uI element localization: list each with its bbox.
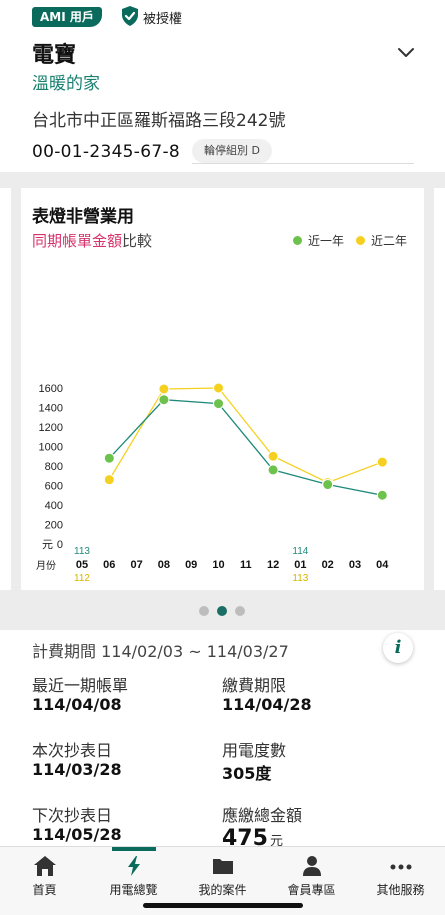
next-read-label: 下次抄表日 [32, 806, 113, 825]
usage-value: 305度 [222, 764, 272, 783]
y-tick-label: 1400 [39, 403, 63, 415]
read-date-value: 114/03/28 [32, 760, 122, 779]
data-point-prior [158, 383, 170, 395]
x-tick-label: 07 [130, 559, 142, 571]
info-button[interactable]: i [383, 633, 413, 663]
y-tick-label: 1600 [39, 383, 63, 395]
x-tick-label: 11 [240, 559, 252, 571]
home-icon [34, 856, 56, 876]
card-subtitle-suffix: 比較 [122, 232, 153, 250]
nav-label-more: 其他服務 [376, 883, 425, 897]
next-read-value: 114/05/28 [32, 825, 122, 844]
legend-label-prior: 近二年 [371, 234, 408, 248]
billing-period: 計費期間 114/02/03 ~ 114/03/27 [32, 642, 289, 661]
y-tick-label: 0 [57, 539, 63, 551]
year-marker-top: 114 [292, 546, 308, 557]
legend-dot-recent [293, 236, 302, 245]
data-point-prior [103, 474, 115, 486]
data-point-prior [376, 456, 388, 468]
nav-label-member: 會員專區 [287, 883, 336, 897]
nav-label-cases: 我的案件 [198, 883, 247, 897]
carousel-dot[interactable] [199, 606, 209, 616]
nav-label-home: 首頁 [32, 883, 57, 897]
previous-card-peek[interactable] [0, 188, 11, 590]
account-number: 00-01-2345-67-8 [32, 142, 181, 162]
x-tick-label: 10 [212, 559, 224, 571]
carousel-dot[interactable] [235, 606, 245, 616]
x-tick-label: 12 [267, 559, 279, 571]
x-tick-label: 05 [76, 559, 88, 571]
chart-legend: 近一年 近二年 [293, 232, 419, 249]
legend-item-recent: 近一年 [293, 232, 344, 249]
bill-comparison-card[interactable]: 表燈非營業用 同期帳單金額比較 近一年 近二年 200 400 600 800 1000… [21, 188, 424, 590]
authorized-label: 被授權 [143, 12, 183, 27]
y-tick-label: 600 [45, 481, 63, 493]
header-divider [192, 163, 414, 164]
latest-bill-value: 114/04/08 [32, 695, 122, 714]
shield-check-icon [122, 6, 138, 26]
series-line-prior [108, 387, 383, 484]
data-point-recent [213, 398, 224, 410]
due-date-value: 114/04/28 [222, 695, 312, 714]
more-icon [390, 864, 412, 870]
card-subtitle: 同期帳單金額比較 [32, 230, 152, 251]
y-tick-label: 200 [45, 520, 63, 532]
y-tick-label: 1200 [39, 422, 63, 434]
nav-label-overview: 用電總覽 [109, 883, 158, 897]
x-tick-label: 06 [103, 559, 115, 571]
y-tick-label: 1000 [39, 442, 63, 454]
bill-line-chart: 200 400 600 800 1000 1200 1400 1600 元 0 05 06 07 08 09… [36, 382, 389, 584]
legend-label-recent: 近一年 [308, 234, 345, 248]
read-date-label: 本次抄表日 [32, 741, 113, 760]
x-tick-label: 03 [349, 559, 361, 571]
ami-user-badge: AMI 用戶 [32, 7, 102, 27]
data-point-prior [213, 382, 224, 394]
nav-item-home[interactable]: 首頁 [0, 847, 89, 903]
usage-label: 用電度數 [222, 741, 287, 760]
due-date-label: 繳費期限 [222, 676, 287, 695]
carousel-indicator [199, 606, 253, 616]
latest-bill-label: 最近一期帳單 [32, 676, 129, 695]
person-icon [303, 856, 321, 876]
year-marker-top: 113 [74, 546, 90, 557]
nav-item-more[interactable]: 其他服務 [356, 847, 445, 903]
next-card-peek[interactable] [434, 188, 445, 590]
series-line-recent [108, 399, 383, 496]
carousel-dot-active[interactable] [217, 606, 227, 616]
lightning-icon [128, 856, 140, 876]
service-address: 台北市中正區羅斯福路三段242號 [32, 111, 286, 131]
account-nickname: 溫暖的家 [32, 74, 100, 94]
data-point-recent [322, 479, 334, 491]
y-tick-label: 400 [45, 500, 63, 512]
legend-dot-prior [356, 236, 366, 245]
nav-item-overview[interactable]: 用電總覽 [89, 847, 178, 903]
x-tick-label: 01 [294, 559, 306, 571]
folder-icon [213, 859, 233, 874]
y-unit-label: 元 [42, 539, 53, 551]
x-tick-label: 08 [158, 559, 170, 571]
account-title: 電寶 [32, 43, 77, 68]
amount-label: 應繳總金額 [222, 806, 303, 825]
data-point-recent [267, 464, 279, 476]
year-marker-bottom: 113 [292, 573, 308, 584]
x-unit-label: 月份 [36, 560, 56, 572]
nav-item-member[interactable]: 會員專區 [267, 847, 356, 903]
account-header: AMI 用戶 被授權 電寶 溫暖的家 台北市中正區羅斯福路三段242號 00-0… [0, 0, 445, 172]
x-tick-label: 02 [322, 559, 334, 571]
y-tick-label: 800 [45, 461, 63, 473]
x-tick-label: 09 [185, 559, 197, 571]
x-tick-label: 04 [376, 559, 389, 571]
chevron-down-icon[interactable] [396, 46, 416, 60]
year-marker-bottom: 112 [74, 573, 90, 584]
home-indicator [143, 903, 303, 908]
data-point-recent [103, 452, 115, 464]
data-point-recent [158, 394, 170, 406]
data-point-prior [267, 450, 279, 462]
card-subtitle-highlight: 同期帳單金額 [32, 232, 123, 250]
legend-item-prior: 近二年 [356, 232, 407, 249]
data-point-recent [376, 489, 388, 501]
card-title: 表燈非營業用 [32, 207, 134, 227]
rotation-group-pill: 輪停組別 D [192, 139, 272, 163]
nav-item-cases[interactable]: 我的案件 [178, 847, 267, 903]
